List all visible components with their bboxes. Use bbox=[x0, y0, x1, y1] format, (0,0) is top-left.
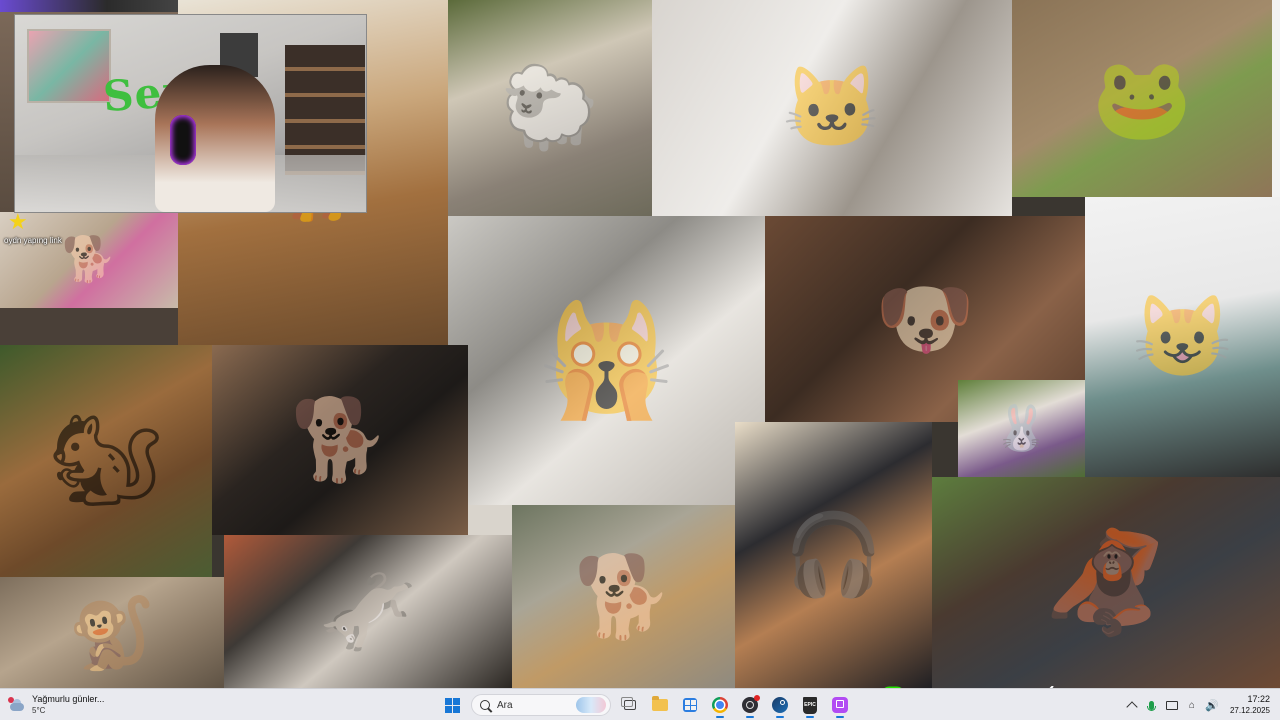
image-tile-black-dog: 🐕 bbox=[212, 345, 468, 535]
image-tile-donkey: 🫏 bbox=[224, 535, 512, 688]
steam-button[interactable] bbox=[767, 692, 793, 718]
cat-photo-icon: 🙀 bbox=[538, 299, 675, 422]
weather-condition: Yağmurlu günler... bbox=[32, 694, 105, 704]
windows-logo-icon bbox=[444, 697, 460, 713]
search-box[interactable]: Ara bbox=[471, 694, 611, 716]
start-button[interactable] bbox=[439, 692, 465, 718]
microphone-button[interactable] bbox=[1144, 697, 1160, 713]
chrome-icon bbox=[712, 697, 728, 713]
dog-cat-photo-icon: 🐶 bbox=[875, 274, 975, 363]
headset-icon bbox=[170, 115, 196, 165]
star-icon: ★ bbox=[8, 209, 28, 234]
image-tile-gamer-cat: 🎧 bbox=[735, 422, 932, 688]
show-hidden-icons-button[interactable] bbox=[1124, 697, 1140, 713]
image-tile-edge bbox=[1272, 0, 1280, 197]
cat-gamer-photo-icon: 🎧 bbox=[783, 510, 884, 599]
twitch-icon bbox=[832, 697, 848, 713]
system-tray: ⌂ 🔊 17:22 27.12.2025 bbox=[1122, 692, 1274, 718]
volume-button[interactable]: 🔊 bbox=[1204, 697, 1220, 713]
monkey-photo-icon: 🐒 bbox=[68, 593, 156, 672]
clock-time: 17:22 bbox=[1247, 694, 1270, 704]
folder-icon bbox=[652, 696, 668, 711]
image-tile-orangutan: 🦧 bbox=[932, 477, 1280, 688]
image-tile-cat-on-toilet: 🐱 bbox=[652, 0, 1012, 216]
epic-icon: EPIC bbox=[803, 696, 817, 714]
image-tile-shocked-cat: 🙀 bbox=[448, 216, 765, 506]
sheep-photo-icon: 🐑 bbox=[500, 63, 600, 152]
dog-photo-icon: 🐕 bbox=[573, 551, 674, 641]
chrome-button[interactable] bbox=[707, 692, 733, 718]
steam-icon bbox=[772, 697, 788, 713]
image-tile-squirrel: 🐿 bbox=[0, 345, 212, 577]
webcam-feed: Senko bbox=[14, 14, 367, 213]
image-tile-gap bbox=[468, 505, 512, 535]
taskbar: Yağmurlu günler... 5°C Ara EPIC ⌂ 🔊 17:2… bbox=[0, 688, 1280, 720]
image-tile-monkey: 🐒 bbox=[0, 577, 224, 688]
obs-button[interactable] bbox=[737, 692, 763, 718]
microphone-icon bbox=[1147, 700, 1157, 711]
cat-photo-icon: 😺 bbox=[1132, 292, 1233, 381]
search-placeholder: Ara bbox=[497, 699, 513, 711]
orangutan-photo-icon: 🦧 bbox=[1043, 526, 1169, 639]
image-tile-cat-in-dress: 😺 bbox=[1085, 197, 1280, 477]
alert-badge: ★ bbox=[8, 211, 38, 237]
frog-photo-icon: 🐸 bbox=[1092, 53, 1192, 143]
microsoft-store-button[interactable] bbox=[677, 692, 703, 718]
epic-games-button[interactable]: EPIC bbox=[797, 692, 823, 718]
file-explorer-button[interactable] bbox=[647, 692, 673, 718]
overlay-top-strip bbox=[0, 0, 178, 12]
task-view-icon bbox=[621, 697, 636, 710]
store-icon bbox=[683, 698, 697, 712]
speaker-icon: 🔊 bbox=[1205, 699, 1219, 712]
dog-photo-icon: 🐕 bbox=[61, 235, 117, 284]
wall-painting bbox=[27, 29, 111, 103]
image-tile-bunny-bulldog: 🐰 bbox=[958, 380, 1085, 477]
obs-icon bbox=[742, 695, 760, 713]
image-tile-frog: 🐸 bbox=[1012, 0, 1272, 197]
image-tile-dogs: 🐕 bbox=[512, 505, 735, 688]
rain-cloud-icon bbox=[8, 696, 26, 714]
image-tile-sheep: 🐑 bbox=[448, 0, 652, 216]
recording-dot-icon bbox=[754, 695, 760, 701]
network-button[interactable]: ⌂ bbox=[1184, 697, 1200, 713]
alert-caption: oydn yapıng link bbox=[4, 236, 62, 245]
clock-date: 27.12.2025 bbox=[1229, 706, 1270, 715]
search-icon bbox=[480, 700, 490, 710]
weather-widget[interactable]: Yağmurlu günler... 5°C bbox=[8, 692, 104, 718]
squirrel-photo-icon: 🐿 bbox=[48, 411, 164, 511]
monitor-icon bbox=[1165, 700, 1178, 710]
clock[interactable]: 17:22 27.12.2025 bbox=[1230, 694, 1270, 716]
display-button[interactable] bbox=[1164, 697, 1180, 713]
bulldog-photo-icon: 🐰 bbox=[994, 403, 1049, 453]
search-highlight-icon bbox=[576, 697, 606, 713]
donkey-photo-icon: 🫏 bbox=[318, 566, 418, 656]
task-view-button[interactable] bbox=[617, 692, 643, 718]
cat-phone-photo-icon: 🐱 bbox=[782, 63, 882, 152]
dog-photo-icon: 🐕 bbox=[290, 395, 390, 484]
twitch-button[interactable] bbox=[827, 692, 853, 718]
chevron-up-icon bbox=[1126, 701, 1138, 713]
taskbar-apps: Ara EPIC bbox=[437, 692, 855, 718]
desktop-background: 🐈 🐑 🐱 🐸 🐕 🙀 🐶 😺 🐿 🐕 🐰 🎧 🦧 🐕 🫏 🐒 Senko ★ … bbox=[0, 0, 1280, 688]
image-tile-gap bbox=[0, 308, 178, 345]
network-icon: ⌂ bbox=[1188, 699, 1195, 711]
weather-temperature: 5°C bbox=[32, 706, 46, 715]
